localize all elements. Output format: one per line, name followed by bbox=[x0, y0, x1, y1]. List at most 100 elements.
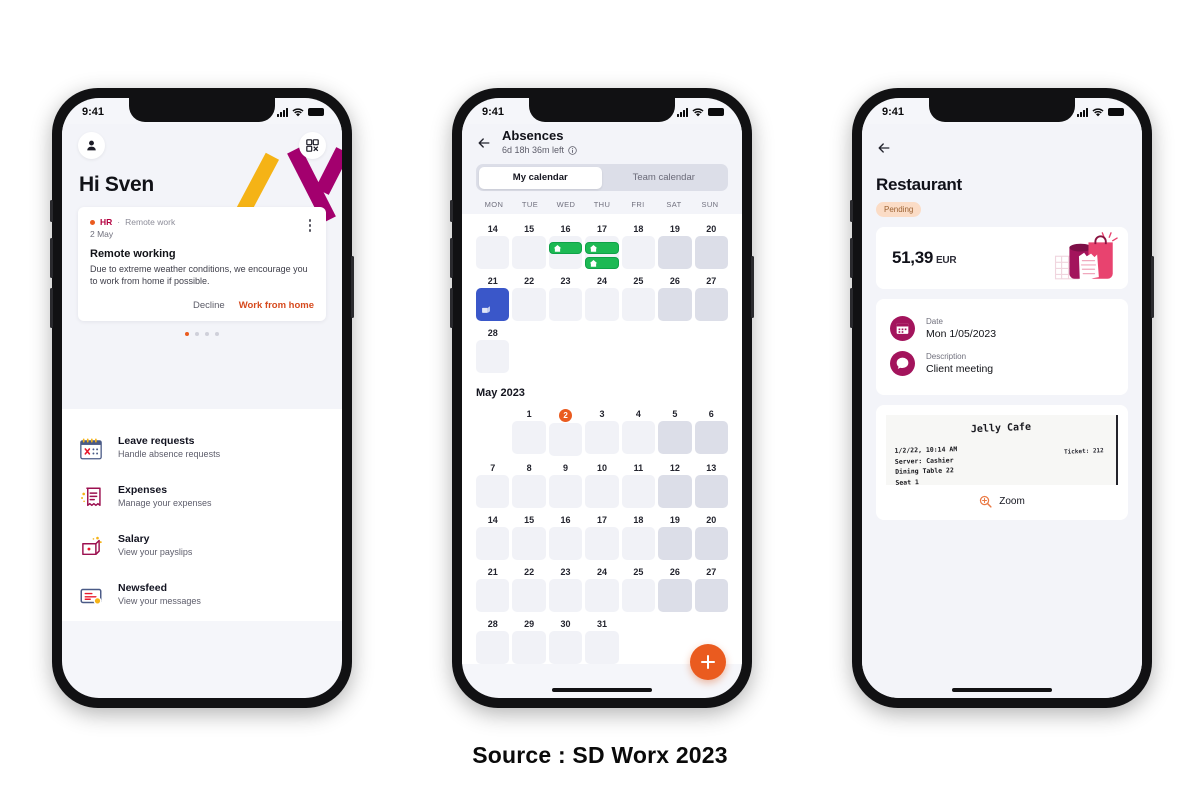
calendar-day-number: 15 bbox=[524, 515, 535, 525]
calendar-day-box bbox=[621, 421, 656, 454]
menu-item-leave-requests[interactable]: Leave requests Handle absence requests bbox=[78, 425, 326, 474]
info-icon[interactable] bbox=[568, 145, 577, 155]
calendar-day-cell[interactable]: 15 bbox=[512, 511, 546, 560]
calendar-day-cell[interactable]: 5 bbox=[658, 405, 692, 456]
calendar-day-cell[interactable]: 6 bbox=[694, 405, 728, 456]
calendar-day-cell[interactable]: 27 bbox=[694, 563, 728, 612]
calendar-day-cell[interactable]: 3 bbox=[585, 405, 619, 456]
calendar-day-cell[interactable]: 25 bbox=[621, 272, 656, 321]
detail-text: Date Mon 1/05/2023 bbox=[926, 317, 996, 340]
calendar-day-cell[interactable]: 29 bbox=[512, 615, 546, 664]
calendar-day-cell[interactable]: 17 bbox=[585, 511, 619, 560]
calendar-day-cell[interactable]: 19 bbox=[658, 220, 692, 269]
calendar-day-cell[interactable]: 7 bbox=[476, 459, 510, 508]
calendar-day-cell[interactable]: 25 bbox=[621, 563, 656, 612]
calendar-day-cell[interactable]: 10 bbox=[585, 459, 619, 508]
calendar-day-cell[interactable]: 22 bbox=[512, 563, 546, 612]
receipt-thumbnail[interactable]: Jelly Cafe 1/2/22, 10:14 AM Server: Cash… bbox=[886, 415, 1118, 485]
status-time: 9:41 bbox=[882, 106, 905, 118]
status-indicators bbox=[277, 107, 324, 117]
calendar-day-cell[interactable]: 24 bbox=[585, 563, 619, 612]
calendar-day-cell[interactable]: 23 bbox=[548, 563, 583, 612]
calendar-day-cell[interactable]: 11 bbox=[621, 459, 656, 508]
calendar-day-box bbox=[694, 475, 728, 508]
news-card[interactable]: HR · Remote work 2 May Remote working Du… bbox=[78, 207, 326, 321]
back-arrow-icon[interactable] bbox=[476, 135, 492, 151]
calendar-day-cell[interactable]: 14 bbox=[476, 511, 510, 560]
calendar-day-number: 30 bbox=[560, 619, 571, 629]
phone3-body: Restaurant Pending 51,39 EUR Date Mon 1/… bbox=[862, 124, 1142, 698]
calendar-day-cell[interactable]: 26 bbox=[658, 563, 692, 612]
receipt-line-3: Dining Table 22 bbox=[895, 466, 954, 476]
calendar-day-cell[interactable]: 31 bbox=[585, 615, 619, 664]
calendar-day-number: 23 bbox=[560, 567, 571, 577]
news-card-header: HR · Remote work 2 May bbox=[90, 217, 314, 239]
calendar-day-cell[interactable]: 14 bbox=[476, 220, 510, 269]
calendar-day-cell[interactable]: 20 bbox=[694, 220, 728, 269]
calendar-day-box bbox=[476, 579, 510, 612]
carousel-dot-1[interactable] bbox=[185, 331, 189, 336]
calendar-day-number: 21 bbox=[487, 567, 498, 577]
phone2-screen: 9:41 Absences 6d 18h 36m left My calenda… bbox=[462, 98, 742, 698]
calendar-day-cell[interactable]: 16 bbox=[548, 511, 583, 560]
calendar-day-number: 12 bbox=[669, 463, 680, 473]
calendar-day-cell[interactable]: 16 bbox=[548, 220, 583, 269]
detail-text: Description Client meeting bbox=[926, 352, 993, 375]
calendar-day-cell[interactable]: 1 bbox=[512, 405, 546, 456]
calendar-day-cell[interactable]: 21 bbox=[476, 563, 510, 612]
qr-scan-button[interactable] bbox=[299, 132, 326, 159]
calendar-day-number: 31 bbox=[596, 619, 607, 629]
menu-item-expenses[interactable]: Expenses Manage your expenses bbox=[78, 474, 326, 523]
back-arrow-icon[interactable] bbox=[876, 140, 892, 156]
status-indicators bbox=[1077, 107, 1124, 117]
calendar-day-cell[interactable]: 30 bbox=[548, 615, 583, 664]
carousel-dot-3[interactable] bbox=[205, 331, 209, 336]
profile-avatar-button[interactable] bbox=[78, 132, 105, 159]
carousel-dot-4[interactable] bbox=[215, 331, 219, 336]
calendar-day-cell[interactable]: 2 bbox=[548, 405, 583, 456]
calendar-day-cell[interactable]: 18 bbox=[621, 511, 656, 560]
tab-team-calendar[interactable]: Team calendar bbox=[602, 167, 726, 189]
add-absence-fab-button[interactable] bbox=[690, 644, 726, 680]
calendar-day-cell[interactable]: 27 bbox=[694, 272, 728, 321]
zoom-button[interactable]: Zoom bbox=[886, 485, 1118, 510]
menu-item-newsfeed[interactable]: Newsfeed View your messages bbox=[78, 572, 326, 621]
zoom-label: Zoom bbox=[999, 496, 1025, 507]
kebab-menu-icon[interactable] bbox=[306, 217, 315, 234]
calendar-day-cell[interactable]: 28 bbox=[476, 615, 510, 664]
calendar-day-cell[interactable]: 28 bbox=[476, 324, 510, 373]
calendar-day-cell[interactable]: 24 bbox=[585, 272, 619, 321]
calendar-day-cell[interactable]: 12 bbox=[658, 459, 692, 508]
weekday-wed: WED bbox=[556, 200, 576, 209]
calendar-day-box bbox=[621, 579, 656, 612]
calendar-day-cell[interactable]: 17 bbox=[585, 220, 619, 269]
calendar-day-cell[interactable]: 8 bbox=[512, 459, 546, 508]
calendar-day-number: 3 bbox=[599, 409, 605, 419]
calendar-day-cell[interactable]: 13 bbox=[694, 459, 728, 508]
calendar-day-cell[interactable]: 20 bbox=[694, 511, 728, 560]
calendar-event-home-working[interactable] bbox=[585, 242, 619, 254]
chat-bubble-icon bbox=[890, 351, 915, 376]
calendar-day-cell[interactable]: 15 bbox=[512, 220, 546, 269]
calendar-day-cell[interactable]: 26 bbox=[658, 272, 692, 321]
calendar-day-cell[interactable]: 19 bbox=[658, 511, 692, 560]
carousel-dot-2[interactable] bbox=[195, 331, 199, 336]
calendar-day-cell[interactable]: 4 bbox=[621, 405, 656, 456]
menu-item-salary[interactable]: Salary View your payslips bbox=[78, 523, 326, 572]
calendar-event-home-working[interactable] bbox=[548, 242, 583, 254]
calendar-day-cell[interactable]: 18 bbox=[621, 220, 656, 269]
calendar-event-home-working[interactable] bbox=[585, 257, 619, 269]
calendar-day-cell[interactable]: 22 bbox=[512, 272, 546, 321]
calendar-day-number: 14 bbox=[487, 515, 498, 525]
calendar-day-cell[interactable]: 9 bbox=[548, 459, 583, 508]
calendar-scroll-area: 14 15 16 17 18 19 20 21 22 23 24 25 26 27 28 May 2023 … bbox=[462, 214, 742, 664]
calendar-day-box bbox=[694, 421, 728, 454]
calendar-day-cell[interactable]: 21 bbox=[476, 272, 510, 321]
phone-mockup-home: 9:41 Hi Sven HR · Remote work 2 May Remo… bbox=[50, 88, 354, 708]
work-from-home-button[interactable]: Work from home bbox=[239, 300, 314, 311]
carousel-dots[interactable] bbox=[78, 331, 326, 336]
calendar-day-cell[interactable]: 23 bbox=[548, 272, 583, 321]
decline-button[interactable]: Decline bbox=[193, 300, 225, 311]
status-bar-2: 9:41 bbox=[462, 98, 742, 124]
tab-my-calendar[interactable]: My calendar bbox=[478, 166, 602, 189]
